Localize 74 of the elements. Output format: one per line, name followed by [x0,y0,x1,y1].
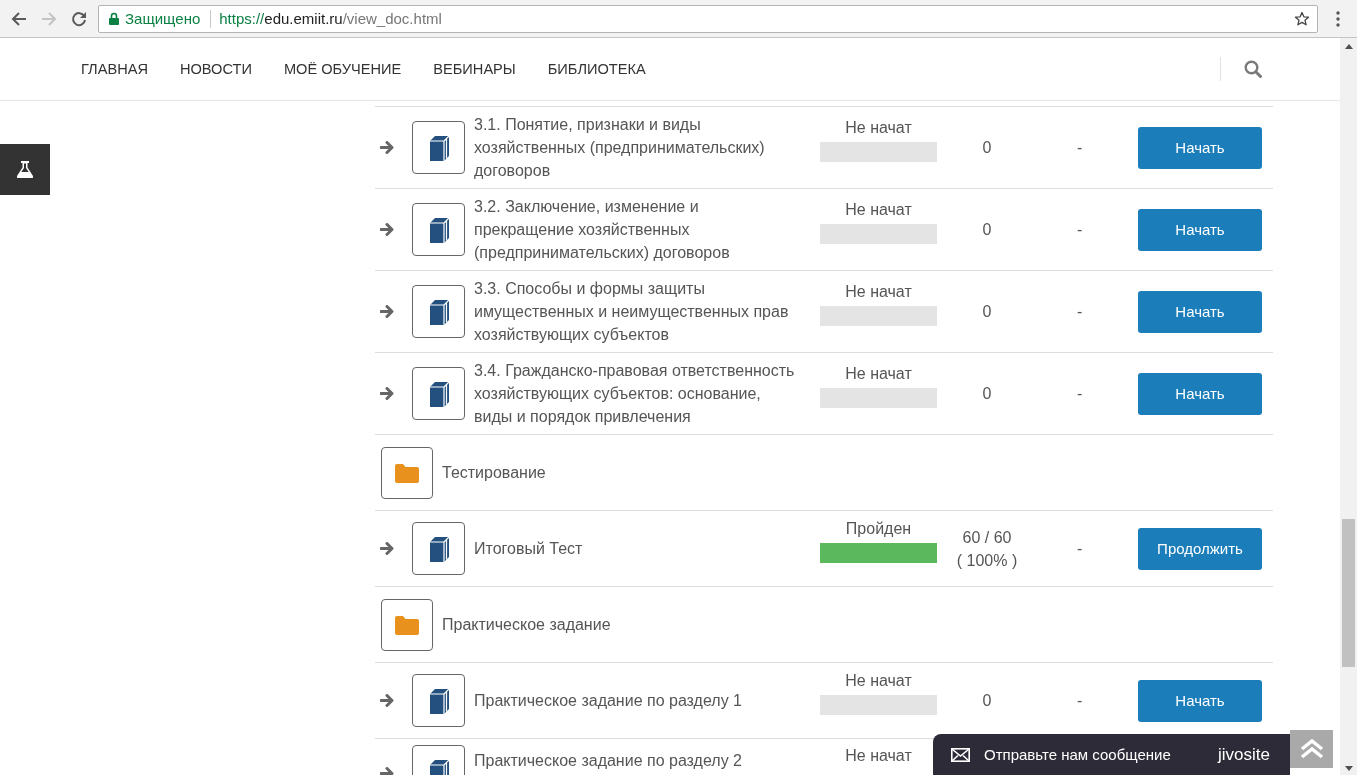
lesson-title: 3.3. Способы и формы защиты имущественных и неимущественных прав хозяйствующих субъектов [473,279,790,345]
chat-prompt[interactable]: Отправьте нам сообщение [984,746,1171,763]
address-field[interactable]: Защищено https://edu.emiit.ru/view_doc.html [98,4,1318,33]
book-icon [412,285,465,338]
arrow-right-icon [380,694,395,707]
action-button[interactable]: Продолжить [1138,527,1262,570]
lesson-title: Практическое задание по разделу 1 [473,691,743,711]
score-value: 60 / 60 [961,527,1013,548]
deadline-value: - [1077,539,1083,557]
deadline-value: - [1077,220,1083,238]
arrow-left-icon[interactable] [11,10,27,27]
deadline-value: - [1077,302,1083,320]
action-button[interactable]: Начать [1138,126,1262,169]
lesson-title: 3.1. Понятие, признаки и виды хозяйственных (предпринимательских) договоров [473,115,766,181]
nav-link[interactable]: ГЛАВНАЯ [81,61,148,77]
arrow-right-icon [380,141,395,154]
lesson-title: 3.4. Гражданско-правовая ответственность хозяйствующих субъектов: основание, виды и порядок привлечения [473,361,796,427]
book-icon [412,367,465,420]
score-value: 0 [981,302,993,322]
scrollbar[interactable] [1340,38,1357,775]
nav-link[interactable]: ВЕБИНАРЫ [433,61,516,77]
status-label: Пройден [845,518,912,539]
score-value: 0 [981,691,993,711]
arrow-right-icon [380,305,395,318]
status-label: Не начат [845,670,912,691]
book-icon [412,121,465,174]
score-value: 0 [981,138,993,158]
status-label: Не начат [845,199,912,220]
triangle-up-icon[interactable] [1344,44,1353,49]
action-button[interactable]: Начать [1138,679,1262,722]
arrow-right-icon [380,387,395,400]
security-label: Защищено [125,10,201,27]
status-label: Не начат [845,117,912,138]
action-button[interactable]: Начать [1138,208,1262,251]
book-icon [412,203,465,256]
kebab-menu-icon[interactable] [1335,10,1340,27]
score-percent: ( 100% ) [955,550,1019,571]
book-icon [412,522,465,575]
status-label: Не начат [845,363,912,384]
status-label: Не начат [845,281,912,302]
action-button[interactable]: Начать [1138,290,1262,333]
section-title: Практическое задание [442,615,611,634]
lesson-title: Практическое задание по разделу 2 [473,751,743,771]
deadline-value: - [1077,691,1083,709]
flask-icon [17,161,33,178]
status-label: Не начат [845,746,912,766]
nav-link[interactable]: НОВОСТИ [179,61,252,77]
lock-icon [109,12,119,25]
lab-button[interactable] [0,144,50,195]
arrow-right-icon [380,542,395,555]
arrow-right-icon [380,223,395,236]
double-chevron-up-icon [1299,739,1324,759]
book-icon [412,674,465,727]
envelope-icon [951,747,970,762]
url-text[interactable]: https://edu.emiit.ru/view_doc.html [219,10,442,27]
scrollbar-thumb[interactable] [1342,519,1355,667]
search-icon[interactable] [1244,60,1262,78]
section-title: Тестирование [442,463,546,482]
reload-icon[interactable] [71,10,87,27]
action-button[interactable]: Начать [1138,372,1262,415]
chat-widget[interactable]: Отправьте нам сообщение jivosite [933,734,1290,775]
folder-icon [381,598,433,651]
nav-link[interactable]: МОЁ ОБУЧЕНИЕ [283,61,402,77]
star-icon[interactable] [1294,10,1310,27]
nav-link[interactable]: БИБЛИОТЕКА [547,61,646,77]
deadline-value: - [1077,138,1083,156]
lesson-title: 3.2. Заключение, изменение и прекращение хозяйственных (предпринимательских) договоров [473,197,731,263]
lesson-title: Итоговый Тест [473,539,584,559]
score-value: 0 [981,220,993,240]
score-value: 0 [981,384,993,404]
brand-label: jivosite [1218,744,1270,765]
folder-icon [381,446,433,499]
triangle-down-icon[interactable] [1344,766,1353,771]
deadline-value: - [1077,384,1083,402]
